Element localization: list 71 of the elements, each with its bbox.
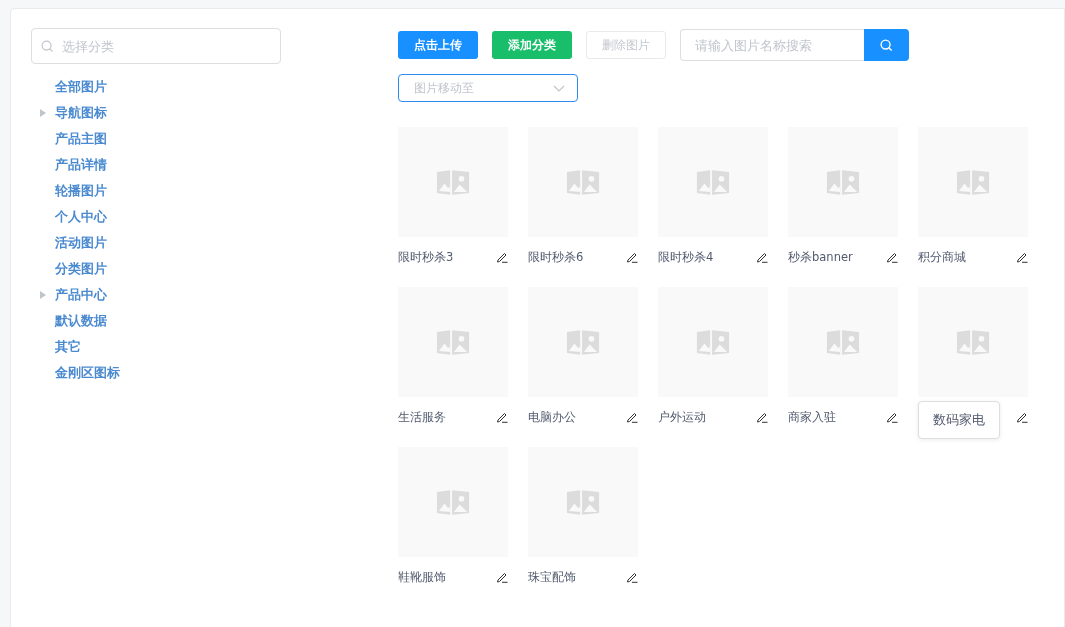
image-icon — [696, 329, 730, 355]
move-to-select[interactable]: 图片移动至 — [398, 74, 578, 102]
image-name: 限时秒杀6 — [528, 249, 584, 265]
pencil-icon[interactable] — [496, 571, 508, 583]
search-button[interactable] — [864, 29, 909, 61]
tree-item[interactable]: 产品中心 — [55, 286, 107, 304]
image-placeholder[interactable] — [528, 447, 638, 557]
image-placeholder[interactable] — [398, 127, 508, 237]
image-icon — [436, 169, 470, 195]
image-name: 生活服务 — [398, 409, 446, 425]
image-icon — [956, 329, 990, 355]
tree-item[interactable]: 其它 — [55, 338, 81, 356]
caret-icon[interactable] — [40, 109, 46, 117]
image-placeholder[interactable] — [788, 287, 898, 397]
tree-item[interactable]: 默认数据 — [55, 312, 107, 330]
image-icon — [436, 329, 470, 355]
name-tooltip: 数码家电 — [918, 401, 1000, 439]
image-icon — [566, 169, 600, 195]
tree-item[interactable]: 全部图片 — [55, 78, 107, 96]
image-placeholder[interactable] — [398, 287, 508, 397]
pencil-icon[interactable] — [756, 411, 768, 423]
pencil-icon[interactable] — [626, 571, 638, 583]
pencil-icon[interactable] — [886, 411, 898, 423]
image-name: 限时秒杀3 — [398, 249, 454, 265]
image-icon — [696, 169, 730, 195]
image-icon — [956, 169, 990, 195]
search-icon — [41, 40, 54, 53]
tree-item[interactable]: 导航图标 — [55, 104, 107, 122]
image-placeholder[interactable] — [918, 127, 1028, 237]
image-name: 鞋靴服饰 — [398, 569, 446, 585]
tree-item[interactable]: 活动图片 — [55, 234, 107, 252]
image-name: 珠宝配饰 — [528, 569, 576, 585]
image-placeholder[interactable] — [528, 287, 638, 397]
pencil-icon[interactable] — [886, 251, 898, 263]
pencil-icon[interactable] — [496, 411, 508, 423]
image-placeholder[interactable] — [658, 287, 768, 397]
image-placeholder[interactable] — [398, 447, 508, 557]
image-name: 秒杀banner — [788, 249, 853, 265]
image-name: 限时秒杀4 — [658, 249, 714, 265]
search-icon — [880, 38, 893, 52]
image-icon — [826, 329, 860, 355]
image-search-field[interactable]: 请输入图片名称搜索 — [680, 29, 864, 61]
tree-item[interactable]: 产品详情 — [55, 156, 107, 174]
image-name: 商家入驻 — [788, 409, 836, 425]
tree-item[interactable]: 个人中心 — [55, 208, 107, 226]
image-placeholder[interactable] — [918, 287, 1028, 397]
tree-item[interactable]: 轮播图片 — [55, 182, 107, 200]
pencil-icon[interactable] — [626, 411, 638, 423]
image-icon — [566, 489, 600, 515]
tree-item[interactable]: 分类图片 — [55, 260, 107, 278]
image-placeholder[interactable] — [528, 127, 638, 237]
image-placeholder[interactable] — [788, 127, 898, 237]
chevron-down-icon — [553, 84, 565, 92]
tree-item[interactable]: 产品主图 — [55, 130, 107, 148]
image-icon — [826, 169, 860, 195]
toolbar-button[interactable]: 添加分类 — [492, 31, 572, 59]
pencil-icon[interactable] — [756, 251, 768, 263]
image-name: 积分商城 — [918, 249, 966, 265]
pencil-icon[interactable] — [496, 251, 508, 263]
image-icon — [436, 489, 470, 515]
category-search-field[interactable]: 选择分类 — [31, 28, 281, 64]
caret-icon[interactable] — [40, 291, 46, 299]
pencil-icon[interactable] — [1016, 251, 1028, 263]
pencil-icon[interactable] — [1016, 411, 1028, 423]
image-name: 电脑办公 — [528, 409, 576, 425]
pencil-icon[interactable] — [626, 251, 638, 263]
toolbar-button[interactable]: 点击上传 — [398, 31, 478, 59]
image-icon — [566, 329, 600, 355]
image-name: 户外运动 — [658, 409, 706, 425]
tree-item[interactable]: 金刚区图标 — [55, 364, 120, 382]
image-placeholder[interactable] — [658, 127, 768, 237]
